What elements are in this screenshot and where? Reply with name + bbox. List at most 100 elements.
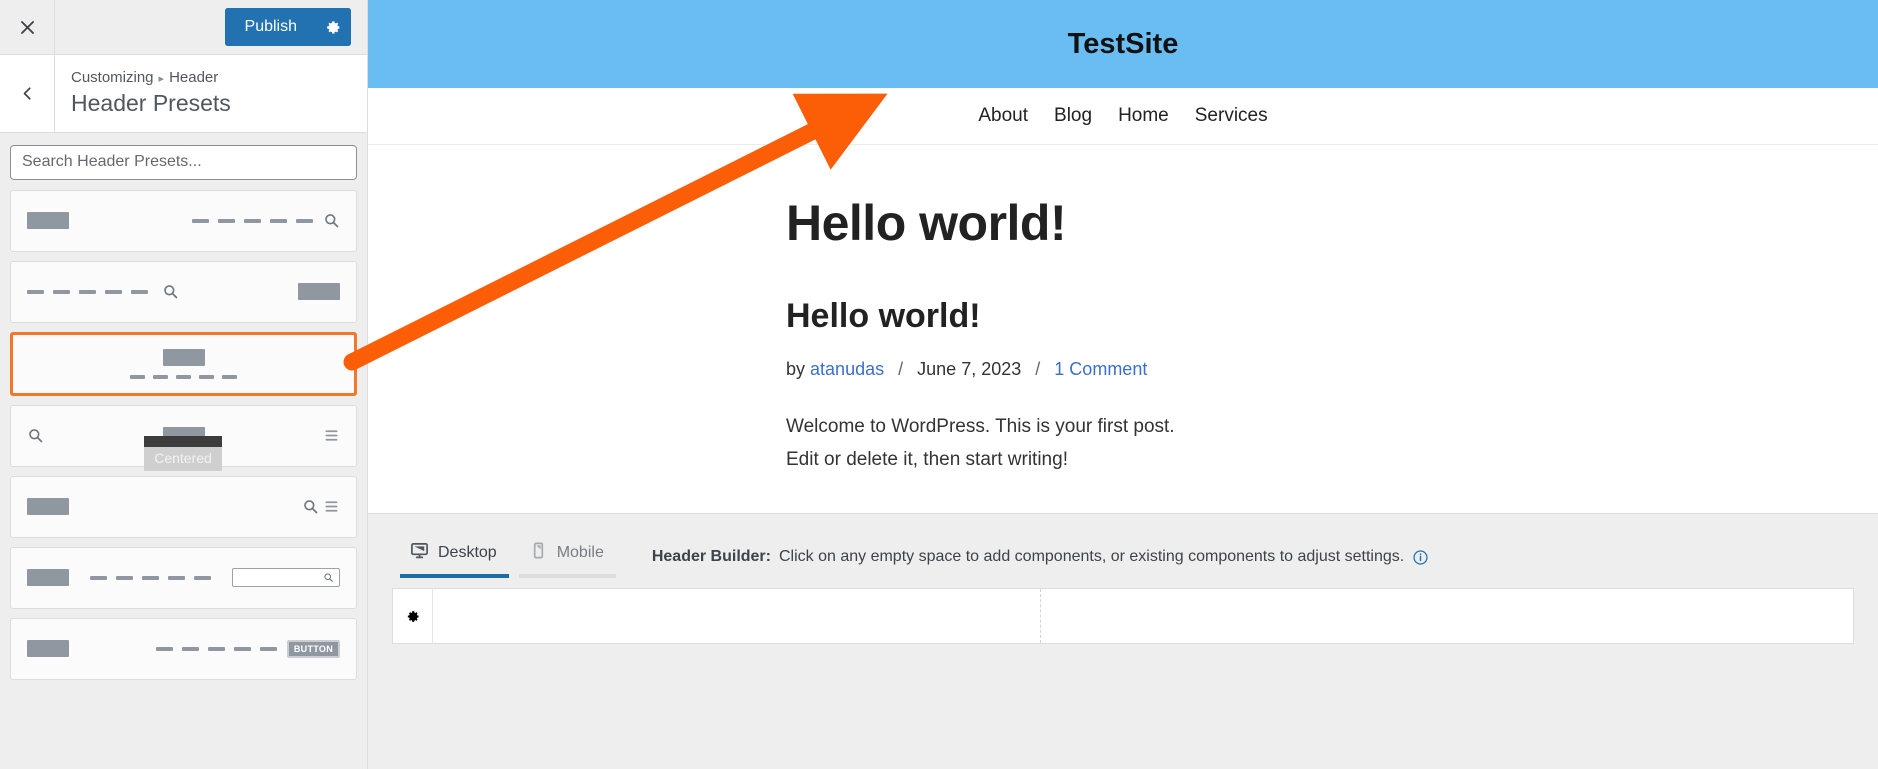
meta-comments-link[interactable]: 1 Comment xyxy=(1054,359,1147,379)
preset-menu-dashes xyxy=(130,374,237,379)
preset-menu-dashes xyxy=(27,289,148,294)
site-preview: TestSite About Blog Home Services Hello wor… xyxy=(368,0,1878,769)
preset-menu-dash xyxy=(222,374,237,379)
preset-menu-dash xyxy=(79,289,96,294)
preset-menu-dash xyxy=(244,218,261,223)
preset-row xyxy=(27,568,340,588)
tab-desktop[interactable]: Desktop xyxy=(400,514,519,578)
preset-menu-dash xyxy=(27,289,44,294)
publish-button[interactable]: Publish xyxy=(224,8,313,46)
post-title[interactable]: Hello world! xyxy=(786,297,1878,335)
preset-menu-dash xyxy=(259,646,277,651)
customizer-topbar: Publish xyxy=(0,0,367,55)
search-wrap xyxy=(10,144,357,180)
back-icon[interactable] xyxy=(0,55,55,132)
builder-rows xyxy=(368,578,1878,769)
meta-separator-2: / xyxy=(1035,358,1041,379)
breadcrumb: Customizing ▸ Header xyxy=(71,69,231,86)
builder-device-tabs: Desktop Mobile Header Builder: Click on … xyxy=(368,514,1878,578)
preset-menu-dash xyxy=(53,289,70,294)
preset-menu-dash xyxy=(153,374,168,379)
preset-menu-dash xyxy=(105,289,122,294)
meta-author-link[interactable]: atanudas xyxy=(810,359,884,379)
meta-by-label: by xyxy=(786,358,806,379)
tab-mobile-label: Mobile xyxy=(556,543,604,561)
preset-list: BUTTON xyxy=(10,189,357,680)
preset-centered-stack xyxy=(27,348,340,379)
gear-icon[interactable] xyxy=(313,8,351,46)
preset-card-menu-left-search-logo-right[interactable] xyxy=(10,260,357,323)
preset-menu-dash xyxy=(199,374,214,379)
builder-hint-label: Header Builder: xyxy=(651,548,771,565)
preset-menu-dash xyxy=(192,218,209,223)
preset-menu-dash xyxy=(181,646,199,651)
tab-desktop-underline xyxy=(400,574,509,578)
preset-card-logo-left-menu-right-search[interactable] xyxy=(10,189,357,252)
preset-menu-dash xyxy=(176,374,191,379)
preset-search-box xyxy=(231,568,340,588)
app-root: Publish Customizing ▸ Header Header Preset… xyxy=(0,0,1878,769)
preset-menu-dash xyxy=(115,575,133,580)
preset-menu-dash xyxy=(270,218,287,223)
preset-menu-dash xyxy=(167,575,185,580)
search-icon xyxy=(162,283,179,300)
breadcrumb-root[interactable]: Customizing xyxy=(71,69,154,86)
search-input[interactable] xyxy=(10,144,357,180)
tab-mobile-underline xyxy=(518,574,616,578)
post-excerpt: Welcome to WordPress. This is your first… xyxy=(786,415,1175,471)
meta-separator-1: / xyxy=(898,358,904,379)
preset-menu-dashes xyxy=(192,218,313,223)
preset-menu-dash xyxy=(296,218,313,223)
customizer-actions: Publish xyxy=(55,8,367,46)
monitor-icon xyxy=(410,541,429,565)
preset-menu-dash xyxy=(141,575,159,580)
preset-menu-dashes xyxy=(155,646,277,651)
phone-icon xyxy=(529,541,548,565)
meta-date: June 7, 2023 xyxy=(917,358,1022,379)
site-nav-link-services[interactable]: Services xyxy=(1195,105,1268,127)
preset-logo-block xyxy=(298,283,340,301)
search-icon xyxy=(323,212,340,229)
post-meta: by atanudas / June 7, 2023 / 1 Comment xyxy=(786,359,1878,380)
site-title: TestSite xyxy=(1067,27,1179,60)
builder-drop-zone-left[interactable] xyxy=(433,589,1041,643)
hamburger-icon xyxy=(323,427,340,444)
customizer-section-header: Customizing ▸ Header Header Presets xyxy=(0,55,367,133)
preset-row xyxy=(27,212,340,230)
info-icon[interactable] xyxy=(1412,549,1429,566)
builder-hint-text: Click on any empty space to add componen… xyxy=(778,548,1405,565)
site-nav-link-home[interactable]: Home xyxy=(1118,105,1169,127)
preset-logo-block xyxy=(27,640,69,658)
builder-hint: Header Builder: Click on any empty space… xyxy=(652,548,1429,578)
publish-group: Publish xyxy=(224,8,351,46)
preset-row xyxy=(27,427,340,445)
preset-card-logo-left-menu-button-right[interactable]: BUTTON xyxy=(10,617,357,680)
site-header-bar[interactable]: TestSite xyxy=(368,0,1878,88)
breadcrumb-separator-icon: ▸ xyxy=(158,73,165,85)
breadcrumb-current[interactable]: Header xyxy=(169,69,218,86)
close-icon[interactable] xyxy=(0,0,55,54)
customizer-panel: Publish Customizing ▸ Header Header Preset… xyxy=(0,0,368,769)
preset-card-logo-left-search-burger-right[interactable] xyxy=(10,475,357,538)
search-icon xyxy=(27,427,44,444)
preset-button-pill: BUTTON xyxy=(286,639,340,658)
preset-logo-block xyxy=(162,348,205,366)
preset-row: BUTTON xyxy=(27,639,340,658)
site-nav-link-about[interactable]: About xyxy=(978,105,1028,127)
page-heading: Hello world! xyxy=(786,195,1067,251)
preset-card-search-left-logo-center-burger[interactable] xyxy=(10,404,357,467)
preset-card-logo-menu-searchbox[interactable] xyxy=(10,546,357,609)
header-builder: Desktop Mobile Header Builder: Click on … xyxy=(368,513,1878,769)
preset-logo-block xyxy=(27,212,69,230)
preset-menu-dash xyxy=(207,646,225,651)
preset-menu-dash xyxy=(218,218,235,223)
gear-icon[interactable] xyxy=(393,589,433,643)
preset-menu-dash xyxy=(155,646,173,651)
hamburger-icon xyxy=(323,498,340,515)
site-nav-link-blog[interactable]: Blog xyxy=(1054,105,1092,127)
preset-card-centered[interactable] xyxy=(10,331,357,396)
builder-row-main xyxy=(392,588,1854,644)
tab-mobile[interactable]: Mobile xyxy=(518,514,626,578)
preset-menu-dash xyxy=(131,289,148,294)
builder-drop-zone-right[interactable] xyxy=(1041,589,1853,643)
